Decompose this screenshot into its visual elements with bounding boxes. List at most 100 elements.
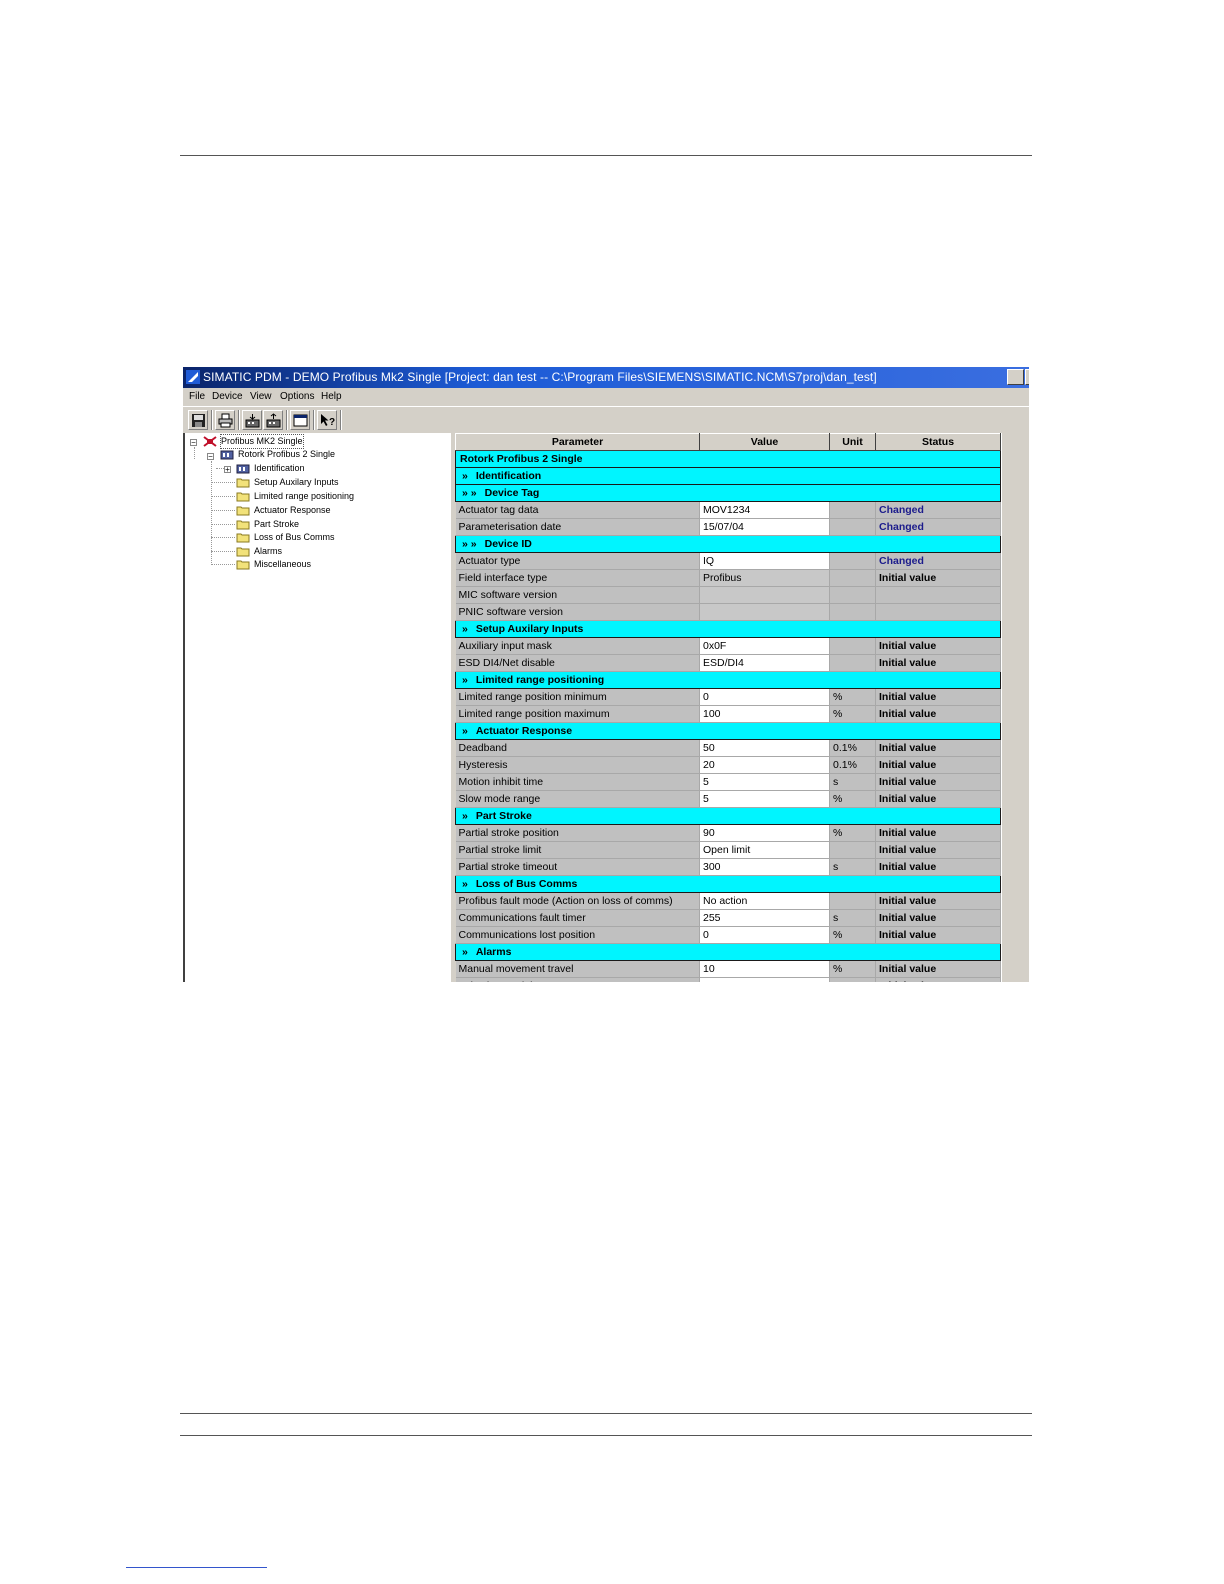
toolbar-separator [238, 410, 240, 430]
toolbar-separator [286, 410, 288, 430]
section-row[interactable]: » Alarms [455, 943, 1001, 961]
section-expand-chevron[interactable]: » [462, 622, 468, 637]
parameter-name-cell: Parameterisation date [455, 518, 700, 536]
unit-cell [829, 569, 876, 587]
footnote-link-underline[interactable] [126, 1567, 267, 1568]
parameter-value-input[interactable]: 5 [699, 773, 830, 791]
unit-cell: s [829, 909, 876, 927]
section-expand-chevron[interactable]: » » [462, 537, 477, 552]
column-header-unit[interactable]: Unit [829, 433, 876, 451]
section-row[interactable]: » Part Stroke [455, 807, 1001, 825]
footer-rule-bottom [180, 1435, 1032, 1436]
window-title: SIMATIC PDM - DEMO Profibus Mk2 Single [… [203, 370, 877, 384]
section-header[interactable]: » Part Stroke [455, 807, 1001, 825]
parameter-value-input[interactable]: ESD/DI4 [699, 654, 830, 672]
table-row: Valve jammed time5sInitial value [455, 977, 1001, 982]
toolbar: ? [183, 406, 1029, 433]
parameter-value-input[interactable]: Open limit [699, 841, 830, 859]
header-rule [180, 155, 1032, 156]
section-row[interactable]: » » Device ID [455, 535, 1001, 553]
folder-icon [236, 533, 250, 543]
tree-connector [211, 510, 235, 511]
parameter-value-input[interactable]: 20 [699, 756, 830, 774]
download-button[interactable] [242, 410, 262, 430]
parameter-value-input[interactable]: 15/07/04 [699, 518, 830, 536]
parameter-value-input[interactable]: 300 [699, 858, 830, 876]
help-button[interactable]: ? [317, 410, 337, 430]
unit-cell [829, 841, 876, 859]
parameter-value-input[interactable]: 5 [699, 977, 830, 982]
app-icon [186, 370, 200, 384]
save-button[interactable] [188, 410, 208, 430]
parameter-value-input[interactable]: MOV1234 [699, 501, 830, 519]
parameter-value-input[interactable]: IQ [699, 552, 830, 570]
parameter-name-cell: PNIC software version [455, 603, 700, 621]
unit-cell [829, 637, 876, 655]
maximize-button[interactable] [1025, 369, 1029, 385]
save-icon [191, 413, 205, 427]
section-header[interactable]: » Alarms [455, 943, 1001, 961]
section-expand-chevron[interactable]: » [462, 945, 468, 960]
section-row[interactable]: » » Device Tag [455, 484, 1001, 502]
parameter-value-input[interactable]: 0x0F [699, 637, 830, 655]
parameter-value-input[interactable]: 0 [699, 926, 830, 944]
section-row[interactable]: » Loss of Bus Comms [455, 875, 1001, 893]
vertical-scrollbar[interactable] [1001, 433, 1029, 982]
column-header-value[interactable]: Value [699, 433, 830, 451]
collapse-toggle[interactable]: − [190, 439, 197, 447]
section-header[interactable]: » Setup Auxilary Inputs [455, 620, 1001, 638]
upload-icon [266, 412, 280, 427]
section-header[interactable]: » » Device ID [455, 535, 1001, 553]
parameter-value-input[interactable]: 5 [699, 790, 830, 808]
menu-device[interactable]: Device [212, 391, 243, 402]
parameter-value-input[interactable]: 90 [699, 824, 830, 842]
upload-button[interactable] [263, 410, 283, 430]
section-expand-chevron[interactable]: » » [462, 486, 477, 501]
tree-item-label: Alarms [254, 546, 283, 556]
section-row[interactable]: » Limited range positioning [455, 671, 1001, 689]
minimize-button[interactable] [1007, 369, 1024, 385]
menu-options[interactable]: Options [280, 391, 314, 402]
table-row: Communications lost position 0% Initial va… [455, 926, 1001, 944]
parameter-value-input[interactable]: 100 [699, 705, 830, 723]
table-row: Manual movement travel 10% Initial value [455, 960, 1001, 978]
menu-help[interactable]: Help [321, 391, 342, 402]
section-row[interactable]: » Identification [455, 467, 1001, 485]
tree-item-label: Miscellaneous [254, 559, 312, 569]
section-row[interactable]: » Actuator Response [455, 722, 1001, 740]
parameter-name-cell: Deadband [455, 739, 700, 757]
parameter-value-input[interactable]: 10 [699, 960, 830, 978]
section-expand-chevron[interactable]: » [462, 809, 468, 824]
parameter-value-input[interactable]: 50 [699, 739, 830, 757]
section-row[interactable]: Rotork Profibus 2 Single [455, 450, 1001, 468]
section-header[interactable]: » Actuator Response [455, 722, 1001, 740]
window-button[interactable] [290, 410, 310, 430]
collapse-toggle[interactable]: − [207, 453, 214, 461]
parameter-value-input[interactable]: No action [699, 892, 830, 910]
status-cell: Initial value [875, 773, 1001, 791]
parameter-value-input[interactable]: 0 [699, 688, 830, 706]
menu-file[interactable]: File [189, 391, 205, 402]
section-label: Device Tag [484, 486, 540, 499]
print-button[interactable] [215, 410, 235, 430]
parameter-name-cell: ESD DI4/Net disable [455, 654, 700, 672]
section-header[interactable]: Rotork Profibus 2 Single [455, 450, 1001, 468]
parameter-value-input[interactable]: 255 [699, 909, 830, 927]
menu-view[interactable]: View [250, 391, 272, 402]
section-expand-chevron[interactable]: » [462, 877, 468, 892]
section-header[interactable]: » Identification [455, 467, 1001, 485]
section-expand-chevron[interactable]: » [462, 469, 468, 484]
section-row[interactable]: » Setup Auxilary Inputs [455, 620, 1001, 638]
section-expand-chevron[interactable]: » [462, 673, 468, 688]
tree-root-label: Profibus MK2 Single [220, 434, 304, 449]
section-expand-chevron[interactable]: » [462, 724, 468, 739]
expand-toggle[interactable]: + [224, 466, 231, 474]
unit-cell: 0.1% [829, 739, 876, 757]
column-header-status[interactable]: Status [875, 433, 1001, 451]
title-bar[interactable]: SIMATIC PDM - DEMO Profibus Mk2 Single [… [183, 367, 1029, 388]
column-header-parameter[interactable]: Parameter [455, 433, 700, 451]
section-header[interactable]: » » Device Tag [455, 484, 1001, 502]
tree-connector [211, 482, 235, 483]
section-header[interactable]: » Loss of Bus Comms [455, 875, 1001, 893]
section-header[interactable]: » Limited range positioning [455, 671, 1001, 689]
